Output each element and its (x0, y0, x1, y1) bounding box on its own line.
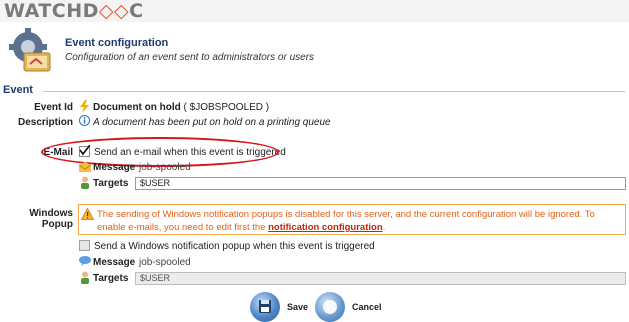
email-message-label: Message (93, 162, 136, 173)
popup-message-label: Message (93, 257, 136, 268)
popup-message-icon (79, 256, 91, 269)
logo-mark-icon: ◇◇ (98, 0, 130, 22)
description-label: Description (17, 117, 73, 128)
description-value: A document has been put on hold on a pri… (93, 117, 331, 128)
section-title-event: Event (3, 84, 33, 96)
popup-checkbox-label[interactable]: Send a Windows notification popup when t… (94, 241, 375, 252)
popup-targets-input[interactable]: $USER (135, 272, 626, 285)
message-envelope-icon (78, 162, 92, 175)
section-divider (43, 91, 625, 92)
info-icon (79, 115, 90, 129)
save-button[interactable]: Save (250, 292, 308, 322)
cancel-button[interactable]: Cancel (315, 292, 382, 322)
user-icon (80, 176, 90, 192)
warning-icon (80, 207, 95, 223)
windows-popup-label: Windows Popup (29, 208, 73, 230)
event-config-gear-icon (8, 27, 56, 75)
popup-checkbox[interactable] (79, 240, 90, 251)
event-id-label: Event Id (34, 102, 73, 113)
lightning-icon (79, 100, 90, 116)
email-message-value[interactable]: job-spooled (139, 162, 191, 173)
page-header: Event configuration Configuration of an … (8, 27, 620, 77)
popup-message-value[interactable]: job-spooled (139, 257, 191, 268)
email-targets-label: Targets (93, 178, 129, 189)
app-logo: WATCHD◇◇C (4, 0, 144, 22)
save-icon (250, 292, 280, 322)
brand-bar: WATCHD◇◇C (0, 0, 629, 22)
popup-targets-label: Targets (93, 273, 129, 284)
popup-user-icon (80, 271, 90, 287)
page-subtitle: Configuration of an event sent to admini… (65, 52, 315, 63)
cancel-icon (315, 292, 345, 322)
notification-configuration-link[interactable]: notification configuration (268, 222, 383, 233)
email-targets-input[interactable]: $USER (135, 177, 626, 190)
popup-warning-box: The sending of Windows notification popu… (78, 204, 626, 235)
popup-warning-text: The sending of Windows notification popu… (97, 209, 595, 233)
page-title: Event configuration (65, 37, 169, 49)
event-id-value: Document on hold ( $JOBSPOOLED ) (93, 102, 270, 113)
